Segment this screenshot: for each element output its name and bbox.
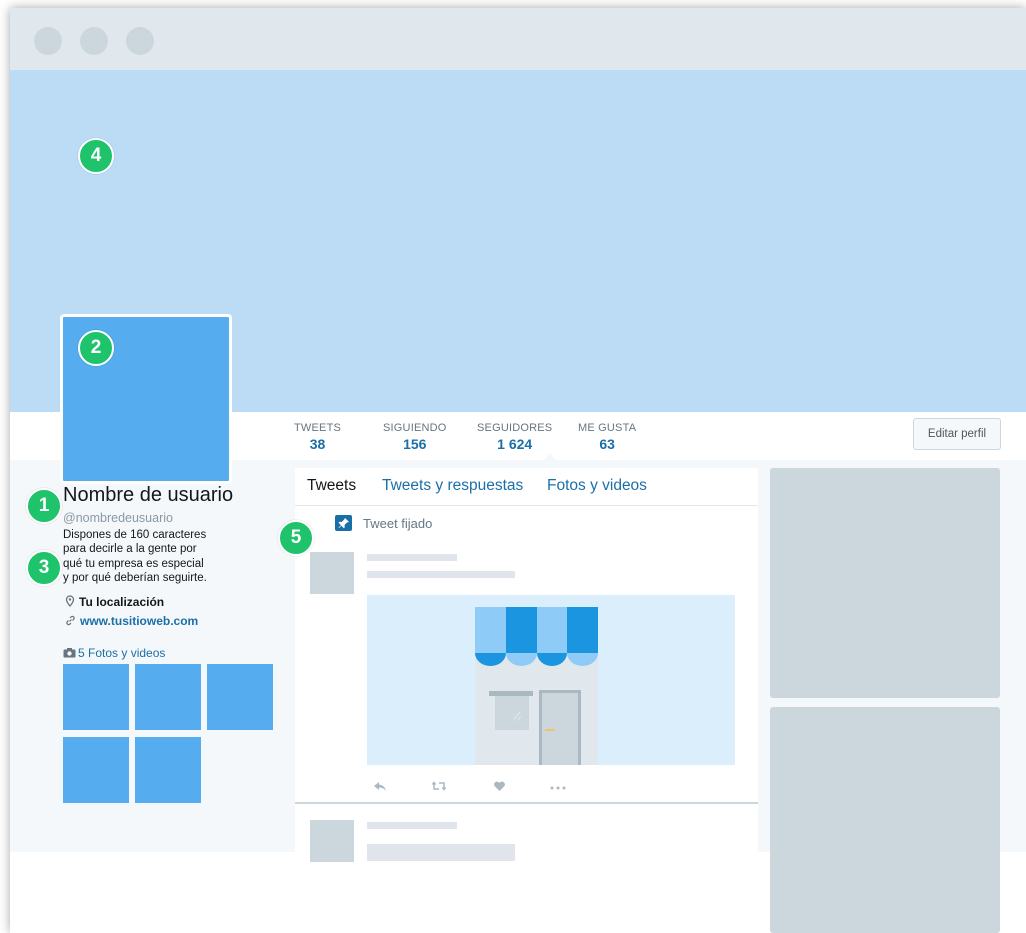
profile-handle[interactable]: @nombredeusuario [63,511,173,525]
tweet-avatar-placeholder [310,820,354,862]
tweet-text-placeholder [367,554,457,561]
tab-tweets-and-replies[interactable]: Tweets y respuestas [382,477,523,495]
stat-value: 38 [309,436,326,452]
stat-label: TWEETS [294,422,342,434]
title-bar [10,8,1026,70]
tab-photos-and-videos[interactable]: Fotos y videos [547,477,647,495]
timeline-tabs: Tweets Tweets y respuestas Fotos y video… [295,468,758,506]
bio-line: qué tu empresa es especial [63,557,204,570]
link-icon [66,615,75,626]
profile-name: Nombre de usuario [63,484,234,506]
timeline: Tweets Tweets y respuestas Fotos y video… [295,468,758,933]
annotation-badge-5: 5 [278,520,314,556]
window-maximize-dot[interactable] [126,27,154,55]
tweet-text-placeholder [367,844,515,861]
annotation-badge-2: 2 [78,330,114,366]
edit-profile-button[interactable]: Editar perfil [913,418,1001,450]
window-close-dot[interactable] [34,27,62,55]
pin-glyph-icon [338,518,349,529]
stat-label: ME GUSTA [578,422,637,434]
reply-icon[interactable] [373,780,387,792]
bio-line: para decirle a la gente por [63,543,197,556]
photo-thumbnail[interactable] [63,664,129,730]
stat-likes[interactable]: ME GUSTA 63 [578,422,636,452]
bio-line: Dispones de 160 caracteres [63,529,207,541]
tweet-text-placeholder [367,822,457,829]
window-minimize-dot[interactable] [80,27,108,55]
browser-window: TWEETS 38 SIGUIENDO 156 SEGUIDORES 1 624… [10,8,1026,933]
retweet-icon[interactable] [431,780,447,792]
profile-website[interactable]: www.tusitioweb.com [65,614,198,628]
stat-value: 1 624 [497,436,533,452]
tweet-text-placeholder [367,571,515,578]
annotation-badge-1: 1 [26,488,62,524]
store-illustration-icon [475,607,598,765]
website-link[interactable]: www.tusitioweb.com [80,614,198,628]
pinned-tweet-label: Tweet fijado [363,516,433,531]
photo-thumbnail[interactable] [207,664,273,730]
stat-followers[interactable]: SEGUIDORES 1 624 [477,422,552,452]
tweet-divider [295,802,758,804]
stat-label: SIGUIENDO [383,422,447,434]
more-icon[interactable] [550,786,566,790]
pin-icon [335,515,352,531]
tweet-avatar-placeholder [310,552,354,594]
camera-icon [63,648,76,658]
stat-value: 156 [403,436,427,452]
profile-location: Tu localización [65,595,164,609]
stat-tweets[interactable]: TWEETS 38 [294,422,341,452]
stat-label: SEGUIDORES [477,422,553,434]
like-icon[interactable] [493,780,506,792]
stat-value: 63 [599,436,615,452]
photo-thumbnail[interactable] [63,737,129,803]
stat-following[interactable]: SIGUIENDO 156 [383,422,447,452]
tweet-media-store-illustration[interactable] [367,595,735,765]
sidebar-module-placeholder [770,468,1000,698]
location-pin-icon [65,595,75,607]
photos-videos-link[interactable]: 5 Fotos y videos [63,646,165,660]
photo-thumbnail[interactable] [135,664,201,730]
bio-line: y por qué deberían seguirte. [63,571,207,584]
location-text: Tu localización [79,595,165,609]
photos-videos-label: 5 Fotos y videos [78,646,166,660]
annotation-badge-4: 4 [78,138,114,174]
photo-thumbnail[interactable] [135,737,201,803]
annotation-badge-3: 3 [26,550,62,586]
active-stat-caret-icon [544,453,556,460]
tab-tweets[interactable]: Tweets [307,477,356,495]
sidebar-module-placeholder [770,707,1000,933]
profile-bio: Dispones de 160 caracteres para decirle … [63,528,263,585]
